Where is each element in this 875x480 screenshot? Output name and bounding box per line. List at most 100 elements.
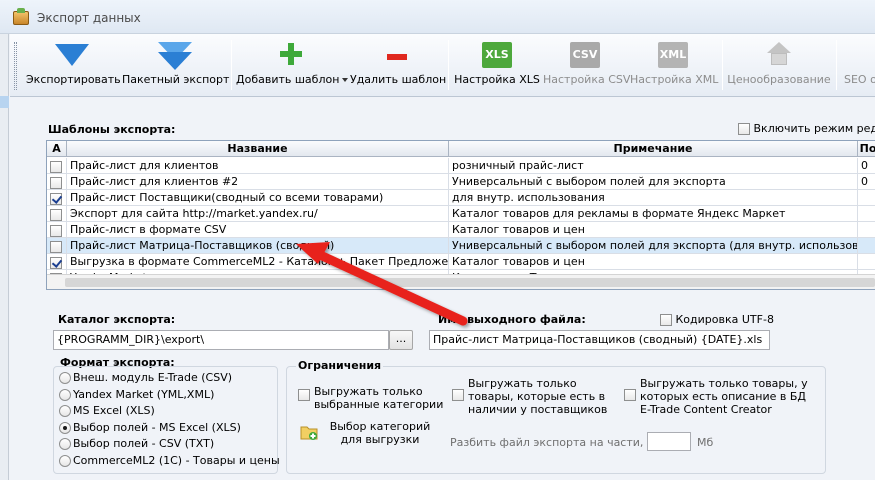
format-option[interactable]: Внеш. модуль E-Trade (CSV) xyxy=(59,371,232,387)
format-radio[interactable] xyxy=(59,372,71,384)
row-name-cell[interactable]: Прайс-лист для клиентов xyxy=(67,158,449,174)
row-order-cell[interactable]: 0 xyxy=(858,174,875,190)
row-active-cell[interactable] xyxy=(47,206,67,222)
format-radio[interactable] xyxy=(59,405,71,417)
xls-settings-button[interactable]: XLS Настройка XLS xyxy=(453,38,541,94)
utf8-check[interactable] xyxy=(660,314,672,326)
browse-button[interactable]: ... xyxy=(389,330,413,350)
format-group: Внеш. модуль E-Trade (CSV) Yandex Market … xyxy=(53,366,280,474)
row-name-cell[interactable]: Прайс-лист в формате CSV xyxy=(67,222,449,238)
row-order-cell[interactable] xyxy=(858,238,875,254)
row-name-cell[interactable]: Прайс-лист Поставщики(сводный со всеми т… xyxy=(67,190,449,206)
format-option-label: Yandex Market (YML,XML) xyxy=(73,387,215,401)
row-note-cell[interactable]: Универсальный с выбором полей для экспор… xyxy=(449,238,858,254)
row-active-check[interactable] xyxy=(50,240,62,253)
table-row[interactable]: Прайс-лист для клиентов розничный прайс-л… xyxy=(47,158,875,174)
output-filename-input[interactable]: Прайс-лист Матрица-Поставщиков (сводный)… xyxy=(429,330,770,350)
row-active-cell[interactable] xyxy=(47,158,67,174)
format-radio[interactable] xyxy=(59,421,71,434)
row-active-check[interactable] xyxy=(50,208,62,221)
row-name-cell[interactable]: Прайс-лист для клиентов #2 xyxy=(67,174,449,190)
split-size-input[interactable] xyxy=(647,432,691,451)
column-order[interactable]: Пор xyxy=(858,141,875,157)
format-option[interactable]: Выбор полей - CSV (TXT) xyxy=(59,437,214,453)
format-radio[interactable] xyxy=(59,388,71,401)
split-label: Разбить файл экспорта на части, по: xyxy=(450,436,665,449)
format-radio[interactable] xyxy=(59,438,71,450)
row-active-check[interactable] xyxy=(50,224,62,237)
output-filename-label: Имя выходного файла: xyxy=(438,313,586,326)
row-active-cell[interactable] xyxy=(47,222,67,238)
batch-export-icon xyxy=(158,42,192,72)
row-note-cell[interactable]: Каталог товаров и цен xyxy=(449,254,858,270)
advanced-mode-check[interactable] xyxy=(738,123,750,135)
format-option[interactable]: CommerceML2 (1C) - Товары и цены xyxy=(59,454,280,470)
row-active-check[interactable] xyxy=(50,160,62,173)
row-active-cell[interactable] xyxy=(47,190,67,206)
row-order-cell[interactable] xyxy=(858,190,875,206)
row-active-cell[interactable] xyxy=(47,174,67,190)
utf8-checkbox[interactable]: Кодировка UTF-8 xyxy=(660,313,774,326)
row-note-cell[interactable]: Каталог товаров и цен xyxy=(449,222,858,238)
folder-add-icon xyxy=(300,426,318,440)
export-button[interactable]: Экспортировать xyxy=(26,38,121,94)
only-with-description-check[interactable] xyxy=(624,389,636,401)
row-active-cell[interactable] xyxy=(47,254,67,270)
templates-table: А Название Примечание Пор Прайс-лист для… xyxy=(46,140,875,290)
horizontal-scrollbar[interactable] xyxy=(47,274,875,289)
format-option-label: Выбор полей - CSV (TXT) xyxy=(73,437,215,450)
format-option-label: Выбор полей - MS Excel (XLS) xyxy=(73,420,241,434)
left-strip xyxy=(0,34,9,480)
seo-button[interactable]: SEO о xyxy=(840,38,875,94)
format-option-label: MS Excel (XLS) xyxy=(73,404,155,417)
remove-template-button[interactable]: Удалить шаблон xyxy=(350,38,446,94)
scrollbar-thumb[interactable] xyxy=(65,278,875,287)
row-order-cell[interactable] xyxy=(858,254,875,270)
row-order-cell[interactable] xyxy=(858,222,875,238)
row-active-check[interactable] xyxy=(50,176,62,189)
format-option-label: CommerceML2 (1C) - Товары и цены xyxy=(73,453,280,467)
table-row[interactable]: Прайс-лист Поставщики(сводный со всеми т… xyxy=(47,190,875,206)
chevron-down-icon xyxy=(342,78,349,82)
row-order-cell[interactable]: 0 xyxy=(858,158,875,174)
column-note[interactable]: Примечание xyxy=(449,141,858,157)
plus-icon xyxy=(280,43,302,65)
add-template-button[interactable]: Добавить шаблон xyxy=(236,38,349,94)
format-option[interactable]: Yandex Market (YML,XML) xyxy=(59,388,214,404)
toolbar-grip[interactable] xyxy=(14,42,17,90)
row-active-cell[interactable] xyxy=(47,238,67,254)
only-in-stock-check[interactable] xyxy=(452,389,464,401)
format-option[interactable]: Выбор полей - MS Excel (XLS) xyxy=(59,421,241,437)
format-radio[interactable] xyxy=(59,454,71,467)
row-name-cell[interactable]: Прайс-лист Матрица-Поставщиков (сводный) xyxy=(67,238,449,254)
row-name-cell[interactable]: Экспорт для сайта http://market.yandex.r… xyxy=(67,206,449,222)
app-icon xyxy=(13,8,29,25)
row-active-check[interactable] xyxy=(50,256,62,269)
row-note-cell[interactable]: розничный прайс-лист xyxy=(449,158,858,174)
only-selected-categories-check[interactable] xyxy=(298,389,310,401)
table-row[interactable]: Выгрузка в формате CommerceML2 - Каталог… xyxy=(47,254,875,270)
table-row[interactable]: Прайс-лист в формате CSV Каталог товаров … xyxy=(47,222,875,238)
csv-settings-button[interactable]: CSV Настройка CSV xyxy=(543,38,630,94)
house-icon xyxy=(766,42,792,68)
row-order-cell[interactable] xyxy=(858,206,875,222)
table-row[interactable]: Прайс-лист для клиентов #2 Универсальный … xyxy=(47,174,875,190)
batch-export-button[interactable]: Пакетный экспорт xyxy=(122,38,229,94)
row-note-cell[interactable]: Каталог товаров для рекламы в формате Ян… xyxy=(449,206,858,222)
column-name[interactable]: Название xyxy=(67,141,449,157)
column-active[interactable]: А xyxy=(47,141,67,157)
row-note-cell[interactable]: для внутр. использования xyxy=(449,190,858,206)
pricing-button[interactable]: Ценообразование xyxy=(726,38,832,94)
xml-file-icon: XML xyxy=(658,42,688,68)
catalog-path-input[interactable]: {PROGRAMM_DIR}\export\ xyxy=(53,330,389,350)
row-active-check[interactable] xyxy=(50,192,62,205)
row-note-cell[interactable]: Универсальный с выбором полей для экспор… xyxy=(449,174,858,190)
format-option-label: Внеш. модуль E-Trade (CSV) xyxy=(73,371,233,384)
table-row[interactable]: Прайс-лист Матрица-Поставщиков (сводный)… xyxy=(47,238,875,254)
row-name-cell[interactable]: Выгрузка в формате CommerceML2 - Каталог… xyxy=(67,254,449,270)
table-row[interactable]: Экспорт для сайта http://market.yandex.r… xyxy=(47,206,875,222)
format-option[interactable]: MS Excel (XLS) xyxy=(59,404,155,420)
advanced-mode-checkbox[interactable]: Включить режим редак xyxy=(738,122,875,135)
toolbar: Экспортировать Пакетный экспорт Добавить… xyxy=(10,34,875,97)
xml-settings-button[interactable]: XML Настройка XML xyxy=(630,38,718,94)
